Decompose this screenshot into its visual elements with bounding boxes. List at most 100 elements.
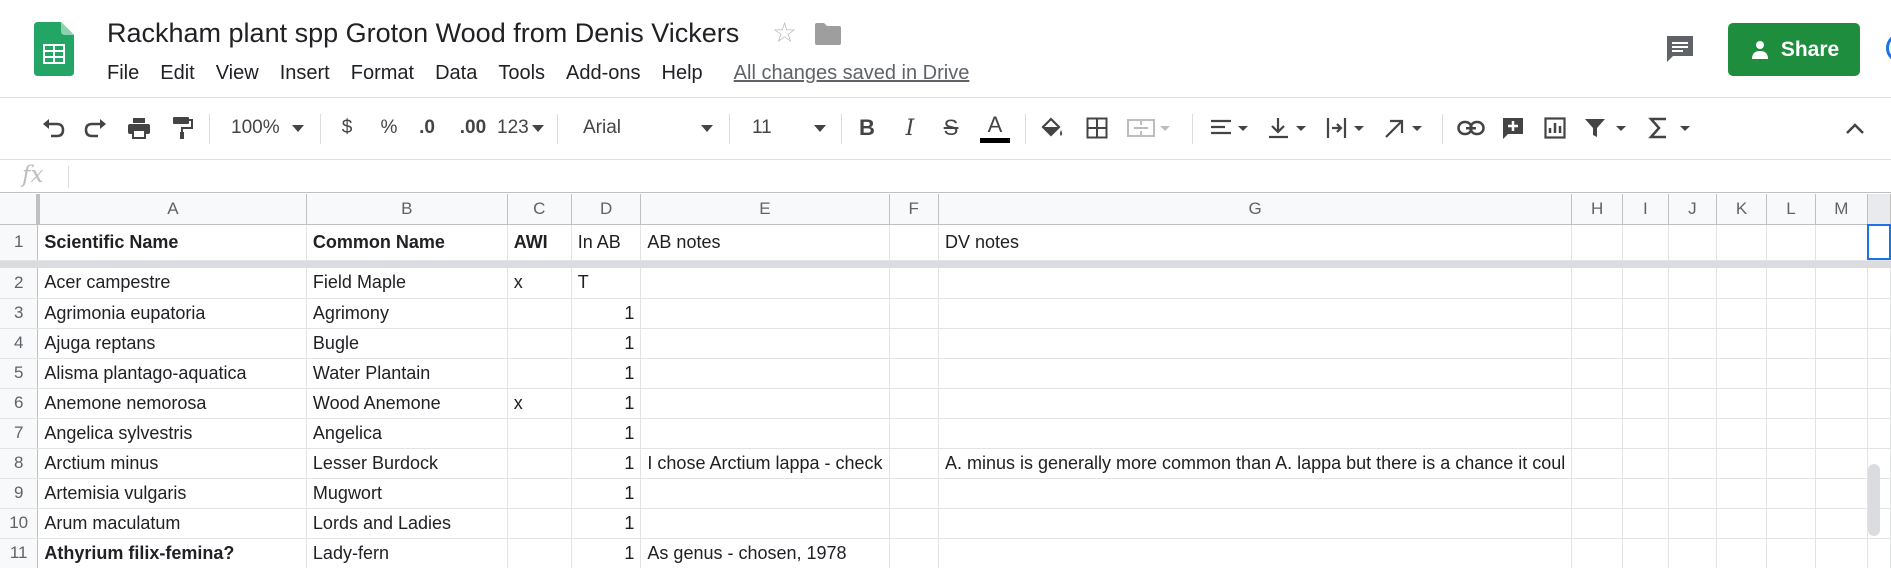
cell-l4[interactable] <box>1766 328 1816 359</box>
cell-g8[interactable]: A. minus is generally more common than A… <box>938 448 1573 479</box>
text-wrapping-icon[interactable] <box>1324 110 1370 146</box>
cell-k7[interactable] <box>1716 418 1768 449</box>
frozen-divider-bar[interactable] <box>0 260 1891 268</box>
cell-m7[interactable] <box>1815 418 1868 449</box>
row-header[interactable]: 6 <box>0 388 39 419</box>
cell-a1[interactable]: Scientific Name <box>37 224 307 261</box>
cell-l11[interactable] <box>1766 538 1816 568</box>
cell-k6[interactable] <box>1716 388 1768 419</box>
cell-h2[interactable] <box>1571 268 1623 299</box>
cell-i9[interactable] <box>1622 478 1669 509</box>
cell-f9[interactable] <box>889 478 939 509</box>
cell-k9[interactable] <box>1716 478 1768 509</box>
cell-b9[interactable]: Mugwort <box>306 478 508 509</box>
cell-d8[interactable]: 1 <box>571 448 642 479</box>
column-header-l[interactable]: L <box>1766 194 1816 225</box>
cell-a2[interactable]: Acer campestre <box>37 268 307 299</box>
cell-m2[interactable] <box>1815 268 1868 299</box>
cell-m5[interactable] <box>1815 358 1868 389</box>
more-formats-select[interactable]: 123 <box>497 110 544 146</box>
sheets-logo-icon[interactable] <box>34 22 74 76</box>
insert-comment-icon[interactable] <box>1498 110 1528 146</box>
cell-h11[interactable] <box>1571 538 1623 568</box>
functions-icon[interactable] <box>1646 110 1696 146</box>
cell-c8[interactable] <box>507 448 572 479</box>
cell-f6[interactable] <box>889 388 939 419</box>
cell-b1[interactable]: Common Name <box>306 224 508 261</box>
cell-k11[interactable] <box>1716 538 1768 568</box>
cell-g7[interactable] <box>938 418 1573 449</box>
comment-icon[interactable] <box>1664 33 1696 65</box>
cell-m11[interactable] <box>1815 538 1868 568</box>
cell-d2[interactable]: T <box>571 268 642 299</box>
cell-h1[interactable] <box>1571 224 1623 261</box>
cell-f8[interactable] <box>889 448 939 479</box>
cell-e5[interactable] <box>640 358 890 389</box>
cell-c10[interactable] <box>507 508 572 539</box>
select-all-corner[interactable] <box>0 194 40 225</box>
cell-j7[interactable] <box>1668 418 1718 449</box>
row-header[interactable]: 10 <box>0 508 39 539</box>
redo-icon[interactable] <box>79 110 111 146</box>
account-avatar[interactable] <box>1886 33 1891 63</box>
cell-l7[interactable] <box>1766 418 1816 449</box>
cell-a7[interactable]: Angelica sylvestris <box>37 418 307 449</box>
cell-j5[interactable] <box>1668 358 1718 389</box>
cell-e6[interactable] <box>640 388 890 419</box>
cell-g4[interactable] <box>938 328 1573 359</box>
cell-c11[interactable] <box>507 538 572 568</box>
column-header-b[interactable]: B <box>306 194 508 225</box>
menu-insert[interactable]: Insert <box>280 62 330 85</box>
cell-f11[interactable] <box>889 538 939 568</box>
cell-k8[interactable] <box>1716 448 1768 479</box>
cell-c9[interactable] <box>507 478 572 509</box>
cell-i11[interactable] <box>1622 538 1669 568</box>
cell-a8[interactable]: Arctium minus <box>37 448 307 479</box>
cell-d3[interactable]: 1 <box>571 298 642 329</box>
cell-k10[interactable] <box>1716 508 1768 539</box>
cell-a9[interactable]: Artemisia vulgaris <box>37 478 307 509</box>
cell-f3[interactable] <box>889 298 939 329</box>
cell-j2[interactable] <box>1668 268 1718 299</box>
cell-f10[interactable] <box>889 508 939 539</box>
row-header[interactable]: 2 <box>0 268 39 299</box>
cell-j1[interactable] <box>1668 224 1718 261</box>
fill-color-icon[interactable] <box>1037 110 1067 146</box>
font-size-select[interactable]: 11 <box>752 110 826 146</box>
menu-edit[interactable]: Edit <box>160 62 194 85</box>
cell-h9[interactable] <box>1571 478 1623 509</box>
cell-l10[interactable] <box>1766 508 1816 539</box>
cell-m10[interactable] <box>1815 508 1868 539</box>
cell-b8[interactable]: Lesser Burdock <box>306 448 508 479</box>
cell-c5[interactable] <box>507 358 572 389</box>
cell-e8[interactable]: I chose Arctium lappa - check <box>640 448 890 479</box>
column-header-e[interactable]: E <box>640 194 890 225</box>
cell-a4[interactable]: Ajuga reptans <box>37 328 307 359</box>
cell-i6[interactable] <box>1622 388 1669 419</box>
cell-e1[interactable]: AB notes <box>640 224 890 261</box>
cell-m8[interactable] <box>1815 448 1868 479</box>
cell-f7[interactable] <box>889 418 939 449</box>
row-header[interactable]: 4 <box>0 328 39 359</box>
cell-a11[interactable]: Athyrium filix-femina? <box>37 538 307 568</box>
borders-icon[interactable] <box>1082 110 1112 146</box>
cell-e9[interactable] <box>640 478 890 509</box>
cell-l8[interactable] <box>1766 448 1816 479</box>
cell-h3[interactable] <box>1571 298 1623 329</box>
merge-cells-icon[interactable] <box>1124 110 1174 146</box>
row-header[interactable]: 8 <box>0 448 39 479</box>
paint-format-icon[interactable] <box>166 110 198 146</box>
menu-addons[interactable]: Add-ons <box>566 62 641 85</box>
menu-file[interactable]: File <box>107 62 139 85</box>
cell-b3[interactable]: Agrimony <box>306 298 508 329</box>
cell-i4[interactable] <box>1622 328 1669 359</box>
cell-c1[interactable]: AWI <box>507 224 572 261</box>
cell-e11[interactable]: As genus - chosen, 1978 <box>640 538 890 568</box>
menu-help[interactable]: Help <box>662 62 703 85</box>
cell-g11[interactable] <box>938 538 1573 568</box>
cell-k2[interactable] <box>1716 268 1768 299</box>
folder-icon[interactable] <box>815 22 841 46</box>
percent-format-button[interactable]: % <box>376 110 402 146</box>
cell-extra[interactable] <box>1867 224 1891 261</box>
cell-d5[interactable]: 1 <box>571 358 642 389</box>
